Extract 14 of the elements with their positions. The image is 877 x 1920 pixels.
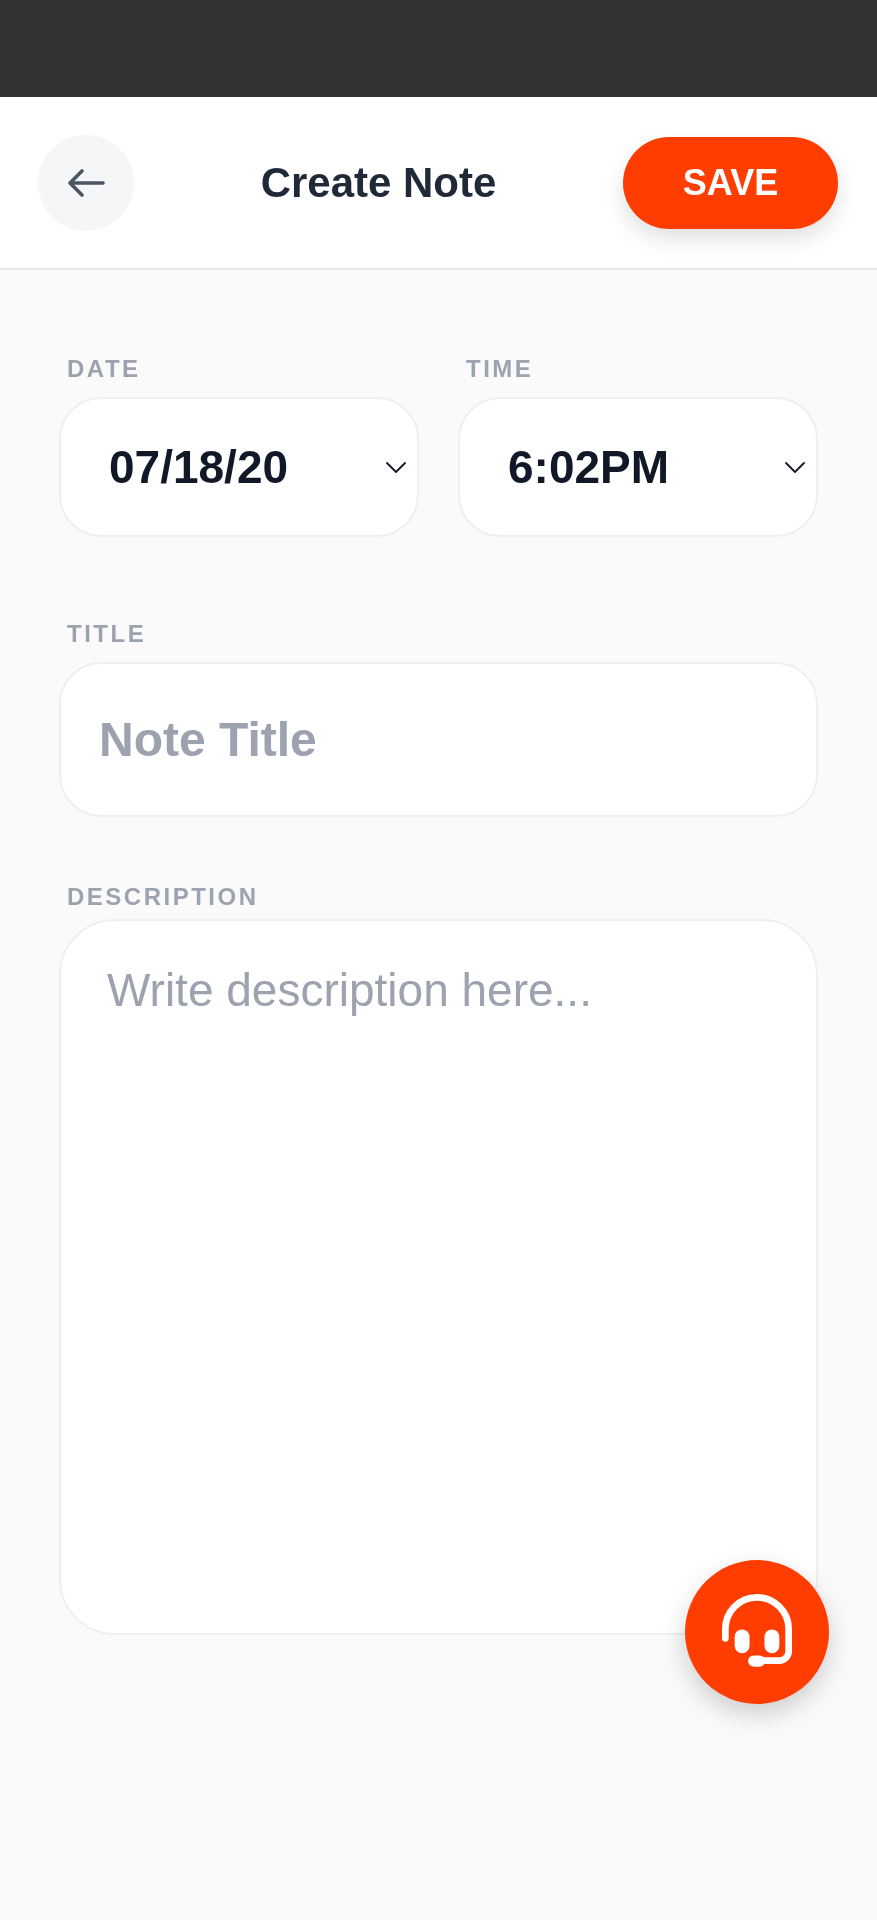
date-field[interactable]: 07/18/20 xyxy=(59,397,419,537)
field-label: TIME xyxy=(466,357,534,381)
title-field[interactable]: Note Title xyxy=(59,662,818,817)
field-label: DATE xyxy=(67,357,141,381)
time-field[interactable]: 6:02PM xyxy=(458,397,818,537)
chevron-down-icon xyxy=(785,461,805,473)
headset-icon xyxy=(722,1594,792,1670)
chevron-down-icon xyxy=(386,461,406,473)
screen-title: Create Note xyxy=(259,158,498,207)
save-button[interactable]: SAVE xyxy=(623,136,838,229)
description-field[interactable]: Write description here... xyxy=(59,919,818,1635)
field-label: DESCRIPTION xyxy=(67,885,259,909)
back-arrow-icon xyxy=(67,167,105,198)
field-label: TITLE xyxy=(67,622,147,646)
